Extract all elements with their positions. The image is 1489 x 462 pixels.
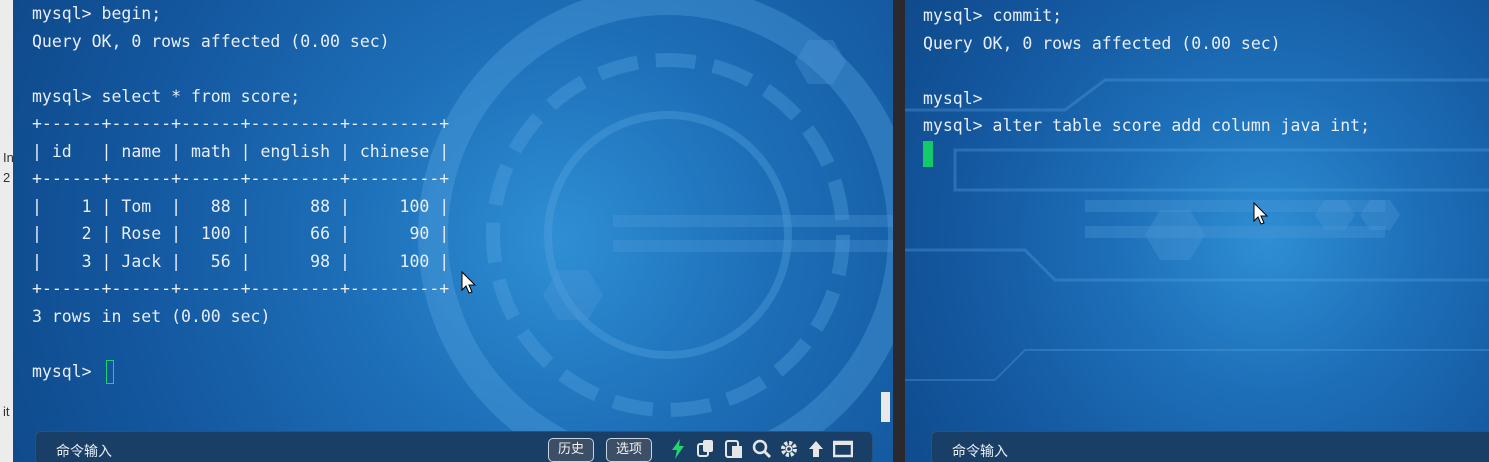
terminal-line: mysql> alter table score add column java… <box>923 116 1371 135</box>
terminal-line: 3 rows in set (0.00 sec) <box>32 306 271 326</box>
terminal-line: mysql> commit; <box>923 6 1063 25</box>
command-input-bar[interactable]: 命令输入 <box>931 431 1489 462</box>
terminal-line: Query OK, 0 rows affected (0.00 sec) <box>923 33 1281 53</box>
terminal-line: mysql> <box>923 88 983 108</box>
paste-icon[interactable] <box>724 438 744 460</box>
prompt-line[interactable] <box>923 140 1370 167</box>
left-window-edge: In 2 it <box>0 0 14 462</box>
options-button[interactable]: 选项 <box>606 438 653 462</box>
right-terminal-pane[interactable]: mysql> commit; Query OK, 0 rows affected … <box>905 0 1489 462</box>
command-input-label: 命令输入 <box>952 444 1008 460</box>
edge-text: 2 <box>3 170 11 185</box>
window-icon[interactable] <box>833 438 853 460</box>
mysql-prompt: mysql> <box>32 361 102 381</box>
table-border: +------+------+------+---------+--------… <box>32 279 450 298</box>
gear-icon[interactable] <box>779 438 799 460</box>
upload-icon[interactable] <box>806 438 826 460</box>
scrollbar-thumb[interactable] <box>881 392 890 422</box>
edge-text: it <box>3 404 10 419</box>
terminal-output: mysql> begin; Query OK, 0 rows affected (… <box>32 0 449 385</box>
history-button[interactable]: 历史 <box>548 438 595 462</box>
table-header: | id | name | math | english | chinese | <box>32 141 450 161</box>
terminal-output: mysql> commit; Query OK, 0 rows affected … <box>923 0 1370 167</box>
table-row: | 2 | Rose | 100 | 66 | 90 | <box>32 224 450 243</box>
copy-icon[interactable] <box>696 438 716 460</box>
left-terminal-pane[interactable]: mysql> begin; Query OK, 0 rows affected (… <box>13 0 893 462</box>
command-input-bar[interactable]: 命令输入 历史 选项 <box>35 431 873 462</box>
terminal-line: mysql> begin; <box>32 4 162 23</box>
table-row: | 1 | Tom | 88 | 88 | 100 | <box>32 196 450 216</box>
table-row: | 3 | Jack | 56 | 98 | 100 | <box>32 251 450 271</box>
text-cursor <box>105 360 114 384</box>
terminal-line: mysql> select * from score; <box>32 86 301 106</box>
command-input-label: 命令输入 <box>56 444 112 460</box>
table-border: +------+------+------+---------+--------… <box>32 169 450 188</box>
search-icon[interactable] <box>752 438 772 460</box>
text-cursor <box>923 141 933 167</box>
terminal-line: Query OK, 0 rows affected (0.00 sec) <box>32 31 390 51</box>
prompt-line[interactable]: mysql> <box>32 358 449 386</box>
pane-divider[interactable] <box>893 0 905 462</box>
table-border: +------+------+------+---------+--------… <box>32 114 450 133</box>
lightning-icon[interactable] <box>668 438 688 460</box>
